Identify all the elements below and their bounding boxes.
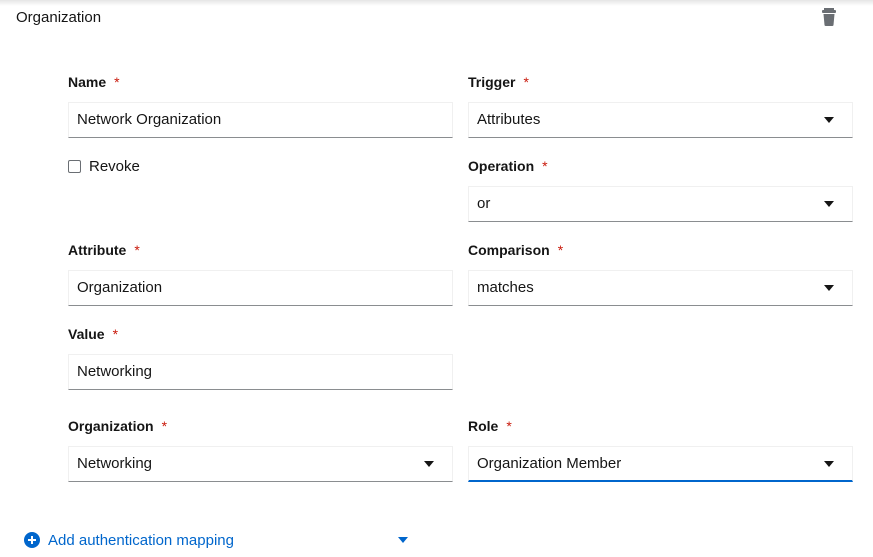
attribute-label: Attribute * bbox=[68, 242, 140, 258]
trash-icon[interactable] bbox=[820, 7, 838, 27]
name-field[interactable]: Network Organization bbox=[68, 102, 453, 138]
trigger-label: Trigger * bbox=[468, 74, 529, 90]
attribute-field[interactable]: Organization bbox=[68, 270, 453, 306]
organization-select[interactable]: Networking bbox=[68, 446, 453, 482]
section-title: Organization bbox=[16, 9, 102, 26]
operation-select[interactable]: or bbox=[468, 186, 853, 222]
add-authentication-mapping-button[interactable]: Add authentication mapping bbox=[24, 530, 234, 550]
revoke-label: Revoke bbox=[89, 157, 140, 175]
role-label: Role * bbox=[468, 418, 512, 434]
role-select[interactable]: Organization Member bbox=[468, 446, 853, 482]
value-field[interactable]: Networking bbox=[68, 354, 453, 390]
operation-label: Operation * bbox=[468, 158, 548, 174]
add-mapping-label: Add authentication mapping bbox=[48, 531, 234, 549]
plus-circle-icon bbox=[24, 532, 40, 548]
top-shadow bbox=[0, 0, 873, 6]
organization-label: Organization * bbox=[68, 418, 168, 434]
caret-down-icon bbox=[824, 285, 834, 291]
name-label: Name * bbox=[68, 74, 120, 90]
caret-down-icon bbox=[424, 461, 434, 467]
trigger-select[interactable]: Attributes bbox=[468, 102, 853, 138]
caret-down-icon bbox=[824, 117, 834, 123]
value-label: Value * bbox=[68, 326, 119, 342]
add-mapping-caret-down-icon[interactable] bbox=[398, 537, 408, 543]
caret-down-icon bbox=[824, 461, 834, 467]
comparison-label: Comparison * bbox=[468, 242, 564, 258]
revoke-row[interactable]: Revoke bbox=[68, 157, 140, 175]
caret-down-icon bbox=[824, 201, 834, 207]
comparison-select[interactable]: matches bbox=[468, 270, 853, 306]
revoke-checkbox[interactable] bbox=[68, 159, 81, 173]
